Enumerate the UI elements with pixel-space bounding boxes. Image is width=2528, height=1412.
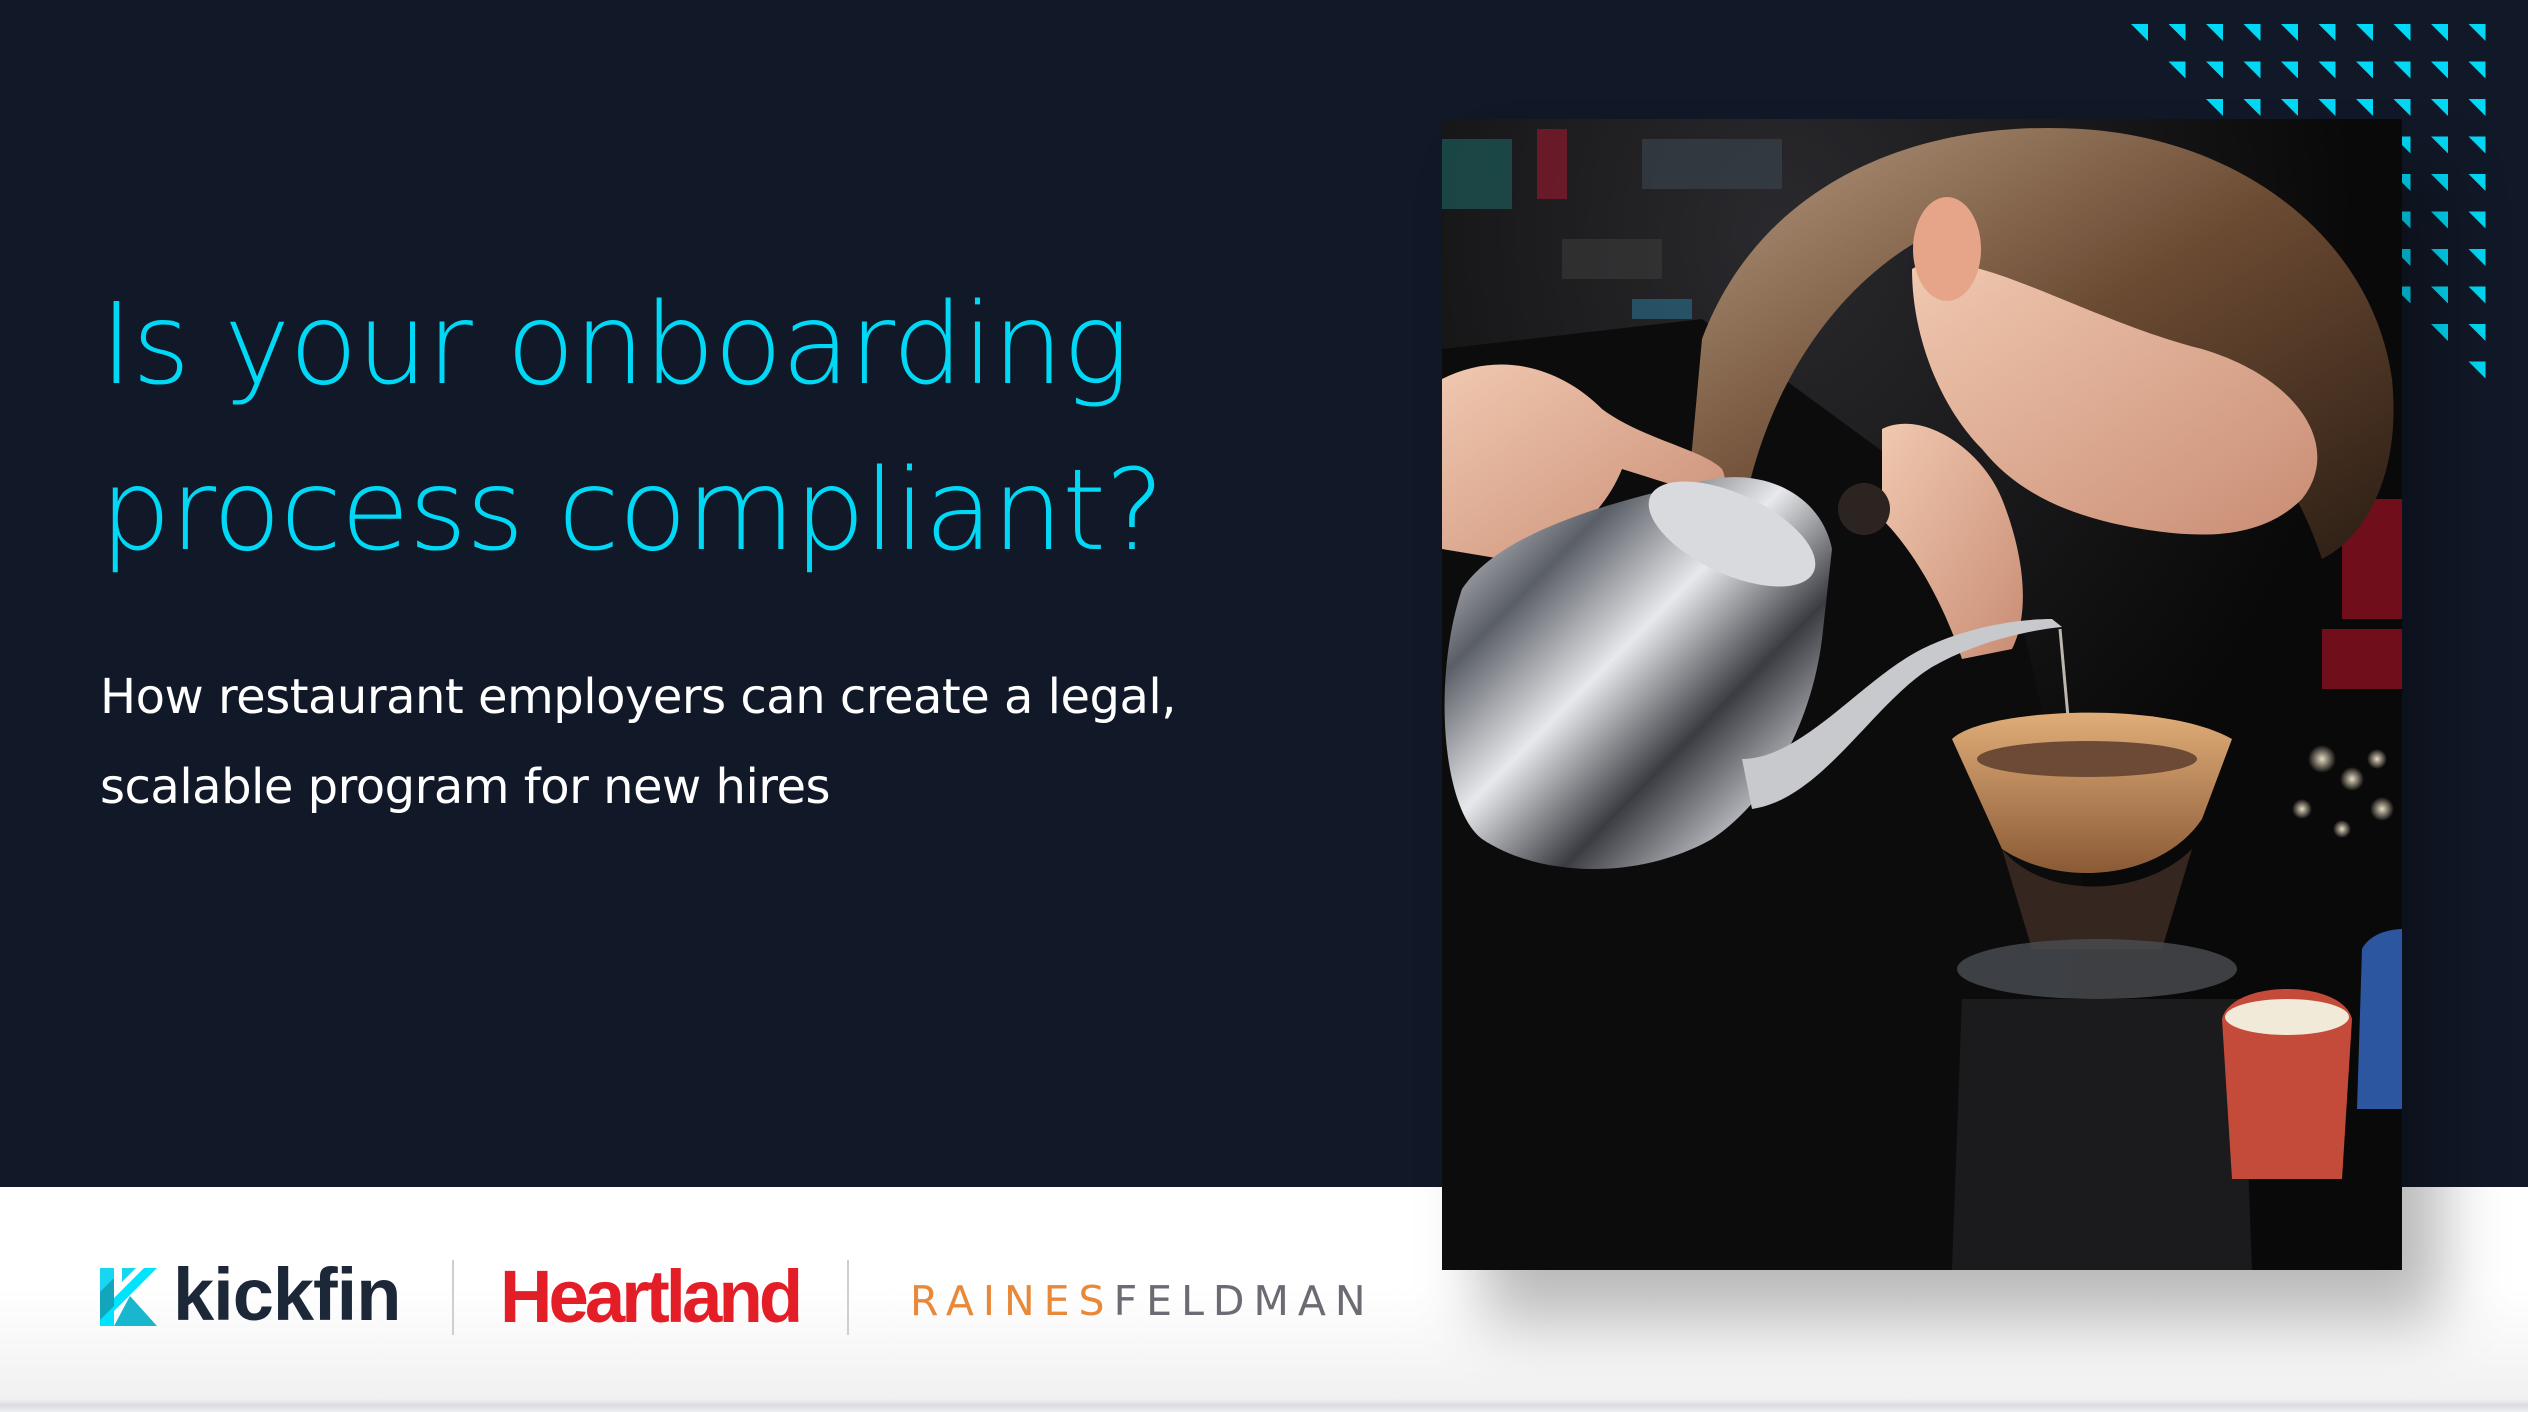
subtitle-line-2: scalable program for new hires (100, 759, 831, 815)
triangle-decoration-icon (2468, 61, 2486, 79)
triangle-decoration-icon (2431, 99, 2448, 116)
triangle-decoration-icon (2393, 61, 2411, 79)
triangle-decoration-icon (2168, 61, 2186, 79)
kickfin-logo: kickfin (100, 1253, 401, 1336)
heartland-logo: Heartland (500, 1255, 803, 1338)
raines-wordmark: RAINES (910, 1277, 1114, 1325)
triangle-decoration-icon (2281, 99, 2298, 116)
triangle-decoration-icon (2206, 99, 2223, 116)
triangle-decoration-icon (2243, 24, 2261, 41)
triangle-decoration-icon (2281, 24, 2298, 41)
barista-photo-illustration (1442, 119, 2402, 1270)
triangle-decoration-icon (2206, 61, 2223, 79)
triangle-decoration-icon (2356, 99, 2373, 116)
title-line-2: process compliant? (100, 446, 1165, 576)
page-subtitle: How restaurant employers can create a le… (100, 652, 1400, 832)
logo-divider (847, 1260, 849, 1335)
triangle-decoration-icon (2356, 61, 2373, 79)
triangle-decoration-icon (2318, 99, 2336, 116)
hero-photo (1442, 119, 2402, 1270)
triangle-decoration-icon (2431, 24, 2448, 41)
feldman-wordmark: FELDMAN (1113, 1277, 1375, 1325)
triangle-decoration-icon (2281, 61, 2298, 79)
triangle-decoration-icon (2431, 136, 2448, 154)
triangle-decoration-icon (2206, 24, 2223, 41)
triangle-decoration-icon (2243, 61, 2261, 79)
triangle-decoration-icon (2318, 61, 2336, 79)
triangle-decoration-icon (2431, 286, 2448, 304)
triangle-decoration-icon (2468, 324, 2486, 341)
subtitle-line-1: How restaurant employers can create a le… (100, 669, 1177, 725)
triangle-decoration-icon (2431, 174, 2448, 191)
triangle-decoration-icon (2431, 324, 2448, 341)
triangle-decoration-icon (2431, 249, 2448, 266)
triangle-decoration-icon (2468, 174, 2486, 191)
raines-feldman-logo: RAINESFELDMAN (910, 1279, 1375, 1323)
triangle-decoration-icon (2393, 24, 2411, 41)
triangle-decoration-icon (2468, 361, 2486, 379)
triangle-decoration-icon (2468, 211, 2486, 229)
triangle-decoration-icon (2468, 24, 2486, 41)
triangle-decoration-icon (2393, 99, 2411, 116)
triangle-decoration-icon (2431, 61, 2448, 79)
triangle-decoration-icon (2468, 99, 2486, 116)
triangle-decoration-icon (2243, 99, 2261, 116)
triangle-decoration-icon (2356, 24, 2373, 41)
logo-divider (452, 1260, 454, 1335)
page-title: Is your onboarding process compliant? (100, 262, 1400, 594)
kickfin-wordmark: kickfin (173, 1253, 401, 1336)
triangle-decoration-icon (2431, 211, 2448, 229)
triangle-decoration-icon (2131, 24, 2148, 41)
kickfin-mark-icon (100, 1268, 157, 1326)
triangle-decoration-icon (2468, 249, 2486, 266)
triangle-decoration-icon (2468, 286, 2486, 304)
triangle-decoration-icon (2468, 136, 2486, 154)
triangle-decoration-icon (2168, 24, 2186, 41)
title-line-1: Is your onboarding (100, 280, 1130, 410)
partner-logos: kickfin Heartland RAINESFELDMAN (0, 1187, 1500, 1412)
triangle-decoration-icon (2318, 24, 2336, 41)
